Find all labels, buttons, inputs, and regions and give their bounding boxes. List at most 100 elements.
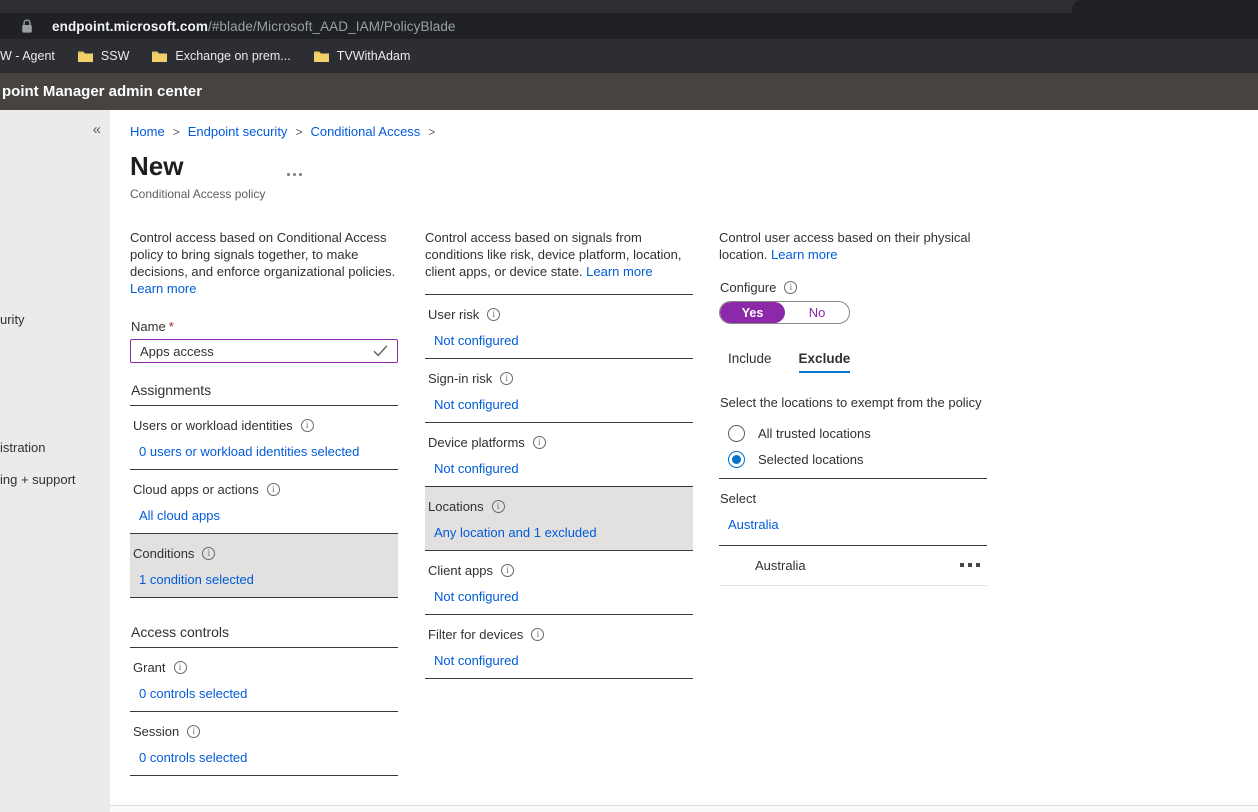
- info-icon[interactable]: [533, 436, 546, 449]
- breadcrumb: Home > Endpoint security > Conditional Acces…: [130, 124, 443, 139]
- info-icon[interactable]: [174, 661, 187, 674]
- info-icon[interactable]: [202, 547, 215, 560]
- section-user-risk[interactable]: User risk Not configured: [425, 295, 693, 359]
- sign-in-risk-link[interactable]: Not configured: [434, 397, 519, 412]
- breadcrumb-endpoint-security[interactable]: Endpoint security: [188, 124, 288, 139]
- learn-more-link[interactable]: Learn more: [586, 264, 652, 279]
- info-icon[interactable]: [187, 725, 200, 738]
- toggle-yes-button[interactable]: Yes: [720, 302, 785, 323]
- section-sign-in-risk[interactable]: Sign-in risk Not configured: [425, 359, 693, 423]
- location-name: Australia: [755, 558, 806, 573]
- policy-name-value: Apps access: [140, 344, 214, 359]
- conditions-description: Control access based on signals from con…: [425, 229, 693, 280]
- bookmark-item[interactable]: W - Agent: [0, 49, 55, 63]
- filter-devices-link[interactable]: Not configured: [434, 653, 519, 668]
- learn-more-link[interactable]: Learn more: [771, 247, 837, 262]
- tab-include[interactable]: Include: [728, 351, 772, 373]
- page-subtitle: Conditional Access policy: [130, 187, 265, 201]
- user-risk-link[interactable]: Not configured: [434, 333, 519, 348]
- column-policy: Control access based on Conditional Acce…: [130, 224, 398, 776]
- url-domain: endpoint.microsoft.com: [52, 19, 208, 34]
- more-ellipsis-icon[interactable]: [960, 563, 980, 567]
- app-title[interactable]: point Manager admin center: [2, 83, 202, 100]
- sidebar-item-troubleshooting-support[interactable]: ing + support: [0, 472, 76, 487]
- section-locations[interactable]: Locations Any location and 1 excluded: [425, 487, 693, 551]
- section-session[interactable]: Session 0 controls selected: [130, 712, 398, 776]
- section-label: Grant: [130, 660, 398, 675]
- folder-icon: [78, 50, 93, 62]
- cloud-apps-link[interactable]: All cloud apps: [139, 508, 220, 523]
- radio-label: Selected locations: [758, 452, 864, 467]
- breadcrumb-separator: >: [295, 125, 302, 139]
- section-label: Sign-in risk: [425, 371, 693, 386]
- users-selected-link[interactable]: 0 users or workload identities selected: [139, 444, 359, 459]
- radio-icon[interactable]: [728, 425, 745, 442]
- section-label: Conditions: [130, 546, 398, 561]
- locations-link[interactable]: Any location and 1 excluded: [434, 525, 597, 540]
- more-ellipsis-icon[interactable]: [287, 173, 302, 176]
- breadcrumb-conditional-access[interactable]: Conditional Access: [310, 124, 420, 139]
- section-filter-for-devices[interactable]: Filter for devices Not configured: [425, 615, 693, 679]
- session-controls-link[interactable]: 0 controls selected: [139, 750, 247, 765]
- info-icon[interactable]: [267, 483, 280, 496]
- lock-icon[interactable]: [21, 19, 33, 34]
- sidebar: « urity istration ing + support: [0, 110, 110, 812]
- radio-selected-locations[interactable]: Selected locations: [728, 446, 987, 472]
- required-asterisk: *: [169, 319, 174, 334]
- grant-controls-link[interactable]: 0 controls selected: [139, 686, 247, 701]
- device-platforms-link[interactable]: Not configured: [434, 461, 519, 476]
- checkmark-icon: [373, 345, 388, 357]
- toggle-no-button[interactable]: No: [785, 302, 849, 323]
- browser-bookmarks-bar: W - Agent SSW Exchange on prem... TVWith…: [0, 39, 1258, 73]
- info-icon[interactable]: [301, 419, 314, 432]
- info-icon[interactable]: [487, 308, 500, 321]
- radio-label: All trusted locations: [758, 426, 871, 441]
- section-label: Client apps: [425, 563, 693, 578]
- location-radio-group: All trusted locations Selected locations: [719, 420, 987, 472]
- configure-toggle[interactable]: Yes No: [719, 301, 850, 324]
- bookmark-item[interactable]: TVWithAdam: [314, 49, 411, 63]
- tab-exclude[interactable]: Exclude: [799, 351, 851, 373]
- info-icon[interactable]: [784, 281, 797, 294]
- client-apps-link[interactable]: Not configured: [434, 589, 519, 604]
- section-label: Locations: [425, 499, 693, 514]
- breadcrumb-home[interactable]: Home: [130, 124, 165, 139]
- browser-address-bar[interactable]: endpoint.microsoft.com/#blade/Microsoft_…: [0, 13, 1258, 39]
- folder-icon: [152, 50, 167, 62]
- section-grant[interactable]: Grant 0 controls selected: [130, 648, 398, 712]
- location-row-australia[interactable]: Australia: [719, 546, 987, 586]
- section-label: Device platforms: [425, 435, 693, 450]
- info-icon[interactable]: [492, 500, 505, 513]
- select-label: Select: [719, 479, 987, 506]
- radio-icon-selected[interactable]: [728, 451, 745, 468]
- learn-more-link[interactable]: Learn more: [130, 281, 196, 296]
- chevron-double-left-icon[interactable]: «: [93, 121, 101, 138]
- status-bar: [110, 805, 1258, 812]
- info-icon[interactable]: [501, 564, 514, 577]
- selected-location-link[interactable]: Australia: [728, 517, 779, 532]
- url-text[interactable]: endpoint.microsoft.com/#blade/Microsoft_…: [52, 19, 456, 34]
- bookmark-label: W - Agent: [0, 49, 55, 63]
- info-icon[interactable]: [500, 372, 513, 385]
- info-icon[interactable]: [531, 628, 544, 641]
- section-users-workload-identities[interactable]: Users or workload identities 0 users or …: [130, 406, 398, 470]
- bookmark-item[interactable]: Exchange on prem...: [152, 49, 290, 63]
- sidebar-item-tenant-administration[interactable]: istration: [0, 440, 46, 455]
- page-title: New: [130, 151, 183, 182]
- section-label: User risk: [425, 307, 693, 322]
- name-label: Name*: [130, 319, 398, 334]
- conditions-selected-link[interactable]: 1 condition selected: [139, 572, 254, 587]
- section-client-apps[interactable]: Client apps Not configured: [425, 551, 693, 615]
- section-device-platforms[interactable]: Device platforms Not configured: [425, 423, 693, 487]
- include-exclude-tabs: Include Exclude: [719, 351, 987, 373]
- section-cloud-apps[interactable]: Cloud apps or actions All cloud apps: [130, 470, 398, 534]
- browser-tab[interactable]: [1072, 0, 1258, 13]
- bookmark-item[interactable]: SSW: [78, 49, 129, 63]
- sidebar-item-endpoint-security[interactable]: urity: [0, 312, 25, 327]
- folder-icon: [314, 50, 329, 62]
- section-label: Session: [130, 724, 398, 739]
- radio-all-trusted-locations[interactable]: All trusted locations: [728, 420, 987, 446]
- policy-name-input[interactable]: Apps access: [130, 339, 398, 363]
- section-conditions[interactable]: Conditions 1 condition selected: [130, 534, 398, 598]
- breadcrumb-separator: >: [173, 125, 180, 139]
